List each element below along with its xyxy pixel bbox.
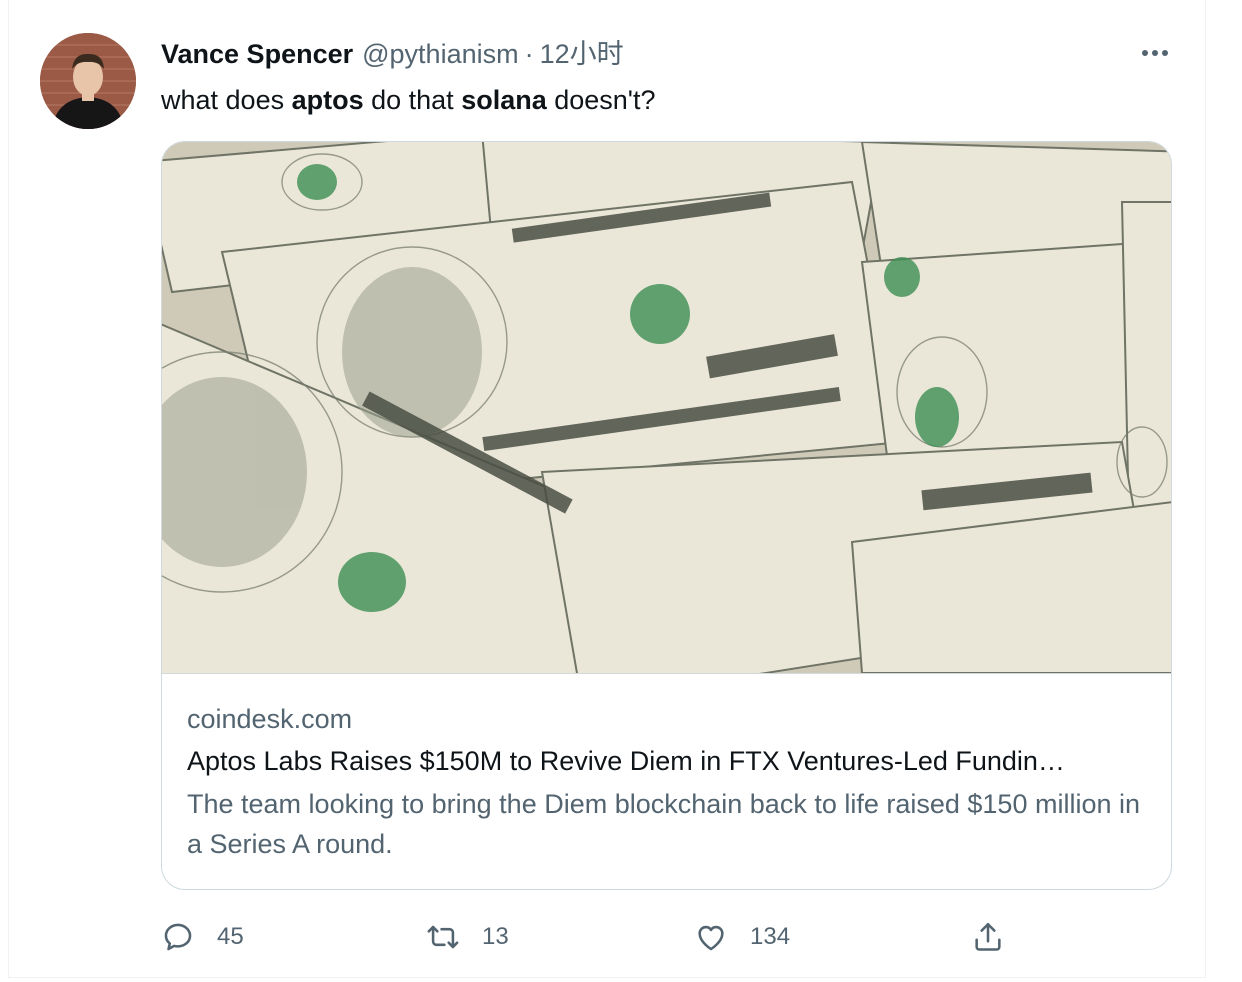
tweet-text: what does aptos do that solana doesn't? xyxy=(161,82,655,118)
share-icon xyxy=(975,922,1001,951)
text-part: do that xyxy=(363,85,462,115)
tweet-timestamp[interactable]: 12小时 xyxy=(540,37,624,71)
text-part: doesn't? xyxy=(546,85,656,115)
text-part: what does xyxy=(161,85,292,115)
like-count: 134 xyxy=(750,923,791,950)
retweet-button[interactable]: 13 xyxy=(426,915,509,959)
card-title: Aptos Labs Raises $150M to Revive Diem i… xyxy=(187,746,1065,776)
reply-icon xyxy=(164,923,192,951)
reply-count: 45 xyxy=(217,923,244,950)
link-preview-card[interactable]: coindesk.com Aptos Labs Raises $150M to … xyxy=(161,141,1172,890)
more-icon[interactable] xyxy=(1134,38,1176,68)
card-description: The team looking to bring the Diem block… xyxy=(187,789,1141,859)
retweet-icon xyxy=(427,925,459,949)
author-name[interactable]: Vance Spencer xyxy=(161,37,353,71)
avatar-image xyxy=(40,33,136,129)
text-bold-solana: solana xyxy=(461,85,547,115)
card-domain: coindesk.com xyxy=(187,704,353,734)
card-body: coindesk.com Aptos Labs Raises $150M to … xyxy=(187,700,1157,864)
reply-button[interactable]: 45 xyxy=(161,915,244,959)
like-button[interactable]: 134 xyxy=(694,915,790,959)
like-icon xyxy=(698,925,724,951)
share-button[interactable] xyxy=(971,915,1005,959)
author-handle[interactable]: @pythianism xyxy=(362,37,518,71)
banknotes-image xyxy=(162,142,1171,673)
separator-dot: · xyxy=(524,39,534,69)
tweet-header: Vance Spencer @pythianism · 12小时 xyxy=(161,36,624,72)
action-bar: 45 13 134 xyxy=(161,915,1021,959)
retweet-count: 13 xyxy=(482,923,509,950)
text-bold-aptos: aptos xyxy=(291,85,364,115)
avatar[interactable] xyxy=(40,33,136,129)
card-image xyxy=(162,142,1171,674)
